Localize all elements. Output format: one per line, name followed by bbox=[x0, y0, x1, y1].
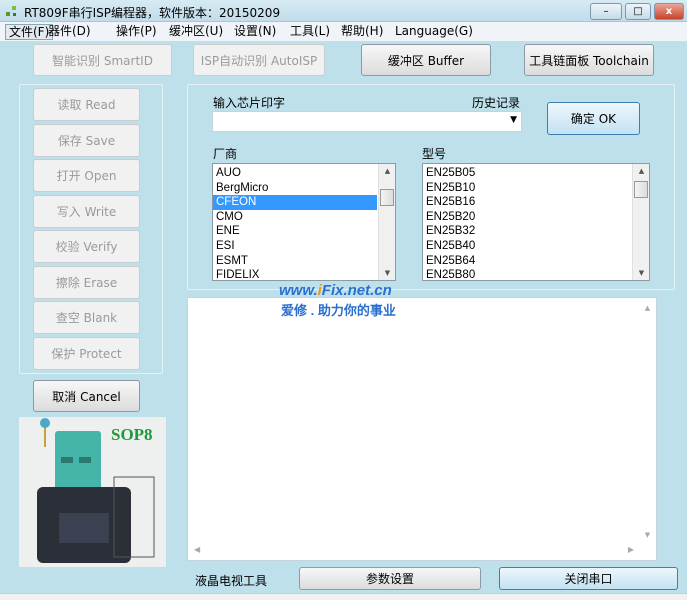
model-item[interactable]: EN25B40 bbox=[423, 239, 631, 254]
model-item[interactable]: EN25B32 bbox=[423, 224, 631, 239]
vendor-item-selected[interactable]: CFEON bbox=[213, 195, 377, 210]
scroll-down-icon[interactable]: ▼ bbox=[633, 269, 649, 277]
window-title: RT809F串行ISP编程器，软件版本：20150209 bbox=[24, 6, 281, 20]
model-list[interactable]: EN25B05 EN25B10 EN25B16 EN25B20 EN25B32 … bbox=[422, 163, 650, 281]
scroll-down-icon[interactable]: ▼ bbox=[379, 269, 395, 277]
menu-language[interactable]: Language(G) bbox=[392, 24, 476, 40]
model-item[interactable]: EN25B64 bbox=[423, 254, 631, 269]
model-item[interactable]: EN25B20 bbox=[423, 210, 631, 225]
write-button[interactable]: 写入 Write bbox=[33, 194, 140, 228]
app-logo-icon bbox=[6, 6, 16, 16]
buffer-button[interactable]: 缓冲区 Buffer bbox=[361, 44, 491, 76]
menu-help[interactable]: 帮助(H) bbox=[338, 24, 386, 40]
model-item[interactable]: EN25B05 bbox=[423, 166, 631, 181]
menu-operation[interactable]: 操作(P) bbox=[113, 24, 160, 40]
scroll-up-icon[interactable]: ▲ bbox=[379, 167, 395, 175]
log-hscrollbar[interactable]: ◀ ▶ bbox=[188, 543, 656, 560]
erase-button[interactable]: 擦除 Erase bbox=[33, 265, 140, 299]
toolchain-button[interactable]: 工具链面板 Toolchain bbox=[524, 44, 654, 76]
vendor-item[interactable]: BergMicro bbox=[213, 181, 377, 196]
protect-button[interactable]: 保护 Protect bbox=[33, 336, 140, 370]
scroll-left-icon[interactable]: ◀ bbox=[194, 545, 200, 554]
chip-input-label: 输入芯片印字 bbox=[213, 96, 286, 110]
minimize-button[interactable]: – bbox=[590, 3, 622, 20]
scroll-right-icon[interactable]: ▶ bbox=[628, 545, 634, 554]
vendor-label: 厂商 bbox=[213, 147, 238, 161]
watermark-url: www.iFix.net.cn bbox=[279, 282, 392, 299]
model-label: 型号 bbox=[422, 147, 447, 161]
cancel-button[interactable]: 取消 Cancel bbox=[33, 380, 140, 412]
vendor-item[interactable]: ENE bbox=[213, 224, 377, 239]
dropdown-arrow-icon[interactable]: ▼ bbox=[510, 115, 517, 125]
model-item[interactable]: EN25B10 bbox=[423, 181, 631, 196]
scroll-thumb[interactable] bbox=[380, 189, 394, 206]
menu-tools[interactable]: 工具(L) bbox=[287, 24, 333, 40]
vendor-item[interactable]: ESMT bbox=[213, 254, 377, 269]
params-button[interactable]: 参数设置 bbox=[299, 567, 481, 590]
model-item[interactable]: EN25B80 bbox=[423, 268, 631, 280]
vendor-item[interactable]: FIDELIX bbox=[213, 268, 377, 280]
log-output[interactable]: ▲ ▼ ◀ ▶ bbox=[187, 297, 657, 561]
ok-button[interactable]: 确定 OK bbox=[547, 102, 640, 135]
smartid-button[interactable]: 智能识别 SmartID bbox=[33, 44, 172, 76]
scroll-up-icon[interactable]: ▲ bbox=[639, 304, 656, 312]
vendor-list[interactable]: AUO BergMicro CFEON CMO ENE ESI ESMT FID… bbox=[212, 163, 396, 281]
scroll-up-icon[interactable]: ▲ bbox=[633, 167, 649, 175]
verify-button[interactable]: 校验 Verify bbox=[33, 230, 140, 263]
save-button[interactable]: 保存 Save bbox=[33, 123, 140, 157]
title-bar: RT809F串行ISP编程器，软件版本：20150209 – □ x bbox=[0, 0, 687, 22]
autoisp-button[interactable]: ISP自动识别 AutoISP bbox=[193, 44, 325, 76]
vendor-scrollbar[interactable]: ▲ ▼ bbox=[378, 164, 395, 280]
vendor-item[interactable]: CMO bbox=[213, 210, 377, 225]
menu-settings[interactable]: 设置(N) bbox=[231, 24, 279, 40]
model-item[interactable]: EN25B16 bbox=[423, 195, 631, 210]
scroll-down-icon[interactable]: ▼ bbox=[639, 531, 656, 539]
scroll-thumb[interactable] bbox=[634, 181, 648, 198]
menu-device[interactable]: 器件(D) bbox=[45, 24, 94, 40]
blank-button[interactable]: 查空 Blank bbox=[33, 301, 140, 334]
socket-image: SOP8 bbox=[19, 417, 166, 567]
history-label: 历史记录 bbox=[472, 96, 521, 110]
read-button[interactable]: 读取 Read bbox=[33, 88, 140, 121]
model-scrollbar[interactable]: ▲ ▼ bbox=[632, 164, 649, 280]
menu-bar: 文件(F) 器件(D) 操作(P) 缓冲区(U) 设置(N) 工具(L) 帮助(… bbox=[0, 22, 687, 41]
socket-label: SOP8 bbox=[111, 425, 153, 444]
status-bar bbox=[0, 593, 687, 600]
vendor-item[interactable]: AUO bbox=[213, 166, 377, 181]
close-port-button[interactable]: 关闭串口 bbox=[499, 567, 678, 590]
vendor-item[interactable]: ESI bbox=[213, 239, 377, 254]
maximize-button[interactable]: □ bbox=[625, 3, 651, 20]
log-vscrollbar[interactable]: ▲ ▼ bbox=[639, 298, 656, 543]
watermark-slogan: 爱修 . 助力你的事业 bbox=[281, 303, 396, 318]
lcd-tools-label: 液晶电视工具 bbox=[195, 574, 268, 588]
close-button[interactable]: x bbox=[654, 3, 684, 20]
open-button[interactable]: 打开 Open bbox=[33, 159, 140, 192]
chip-input-combo[interactable]: ▼ bbox=[212, 111, 522, 132]
menu-buffer[interactable]: 缓冲区(U) bbox=[166, 24, 226, 40]
